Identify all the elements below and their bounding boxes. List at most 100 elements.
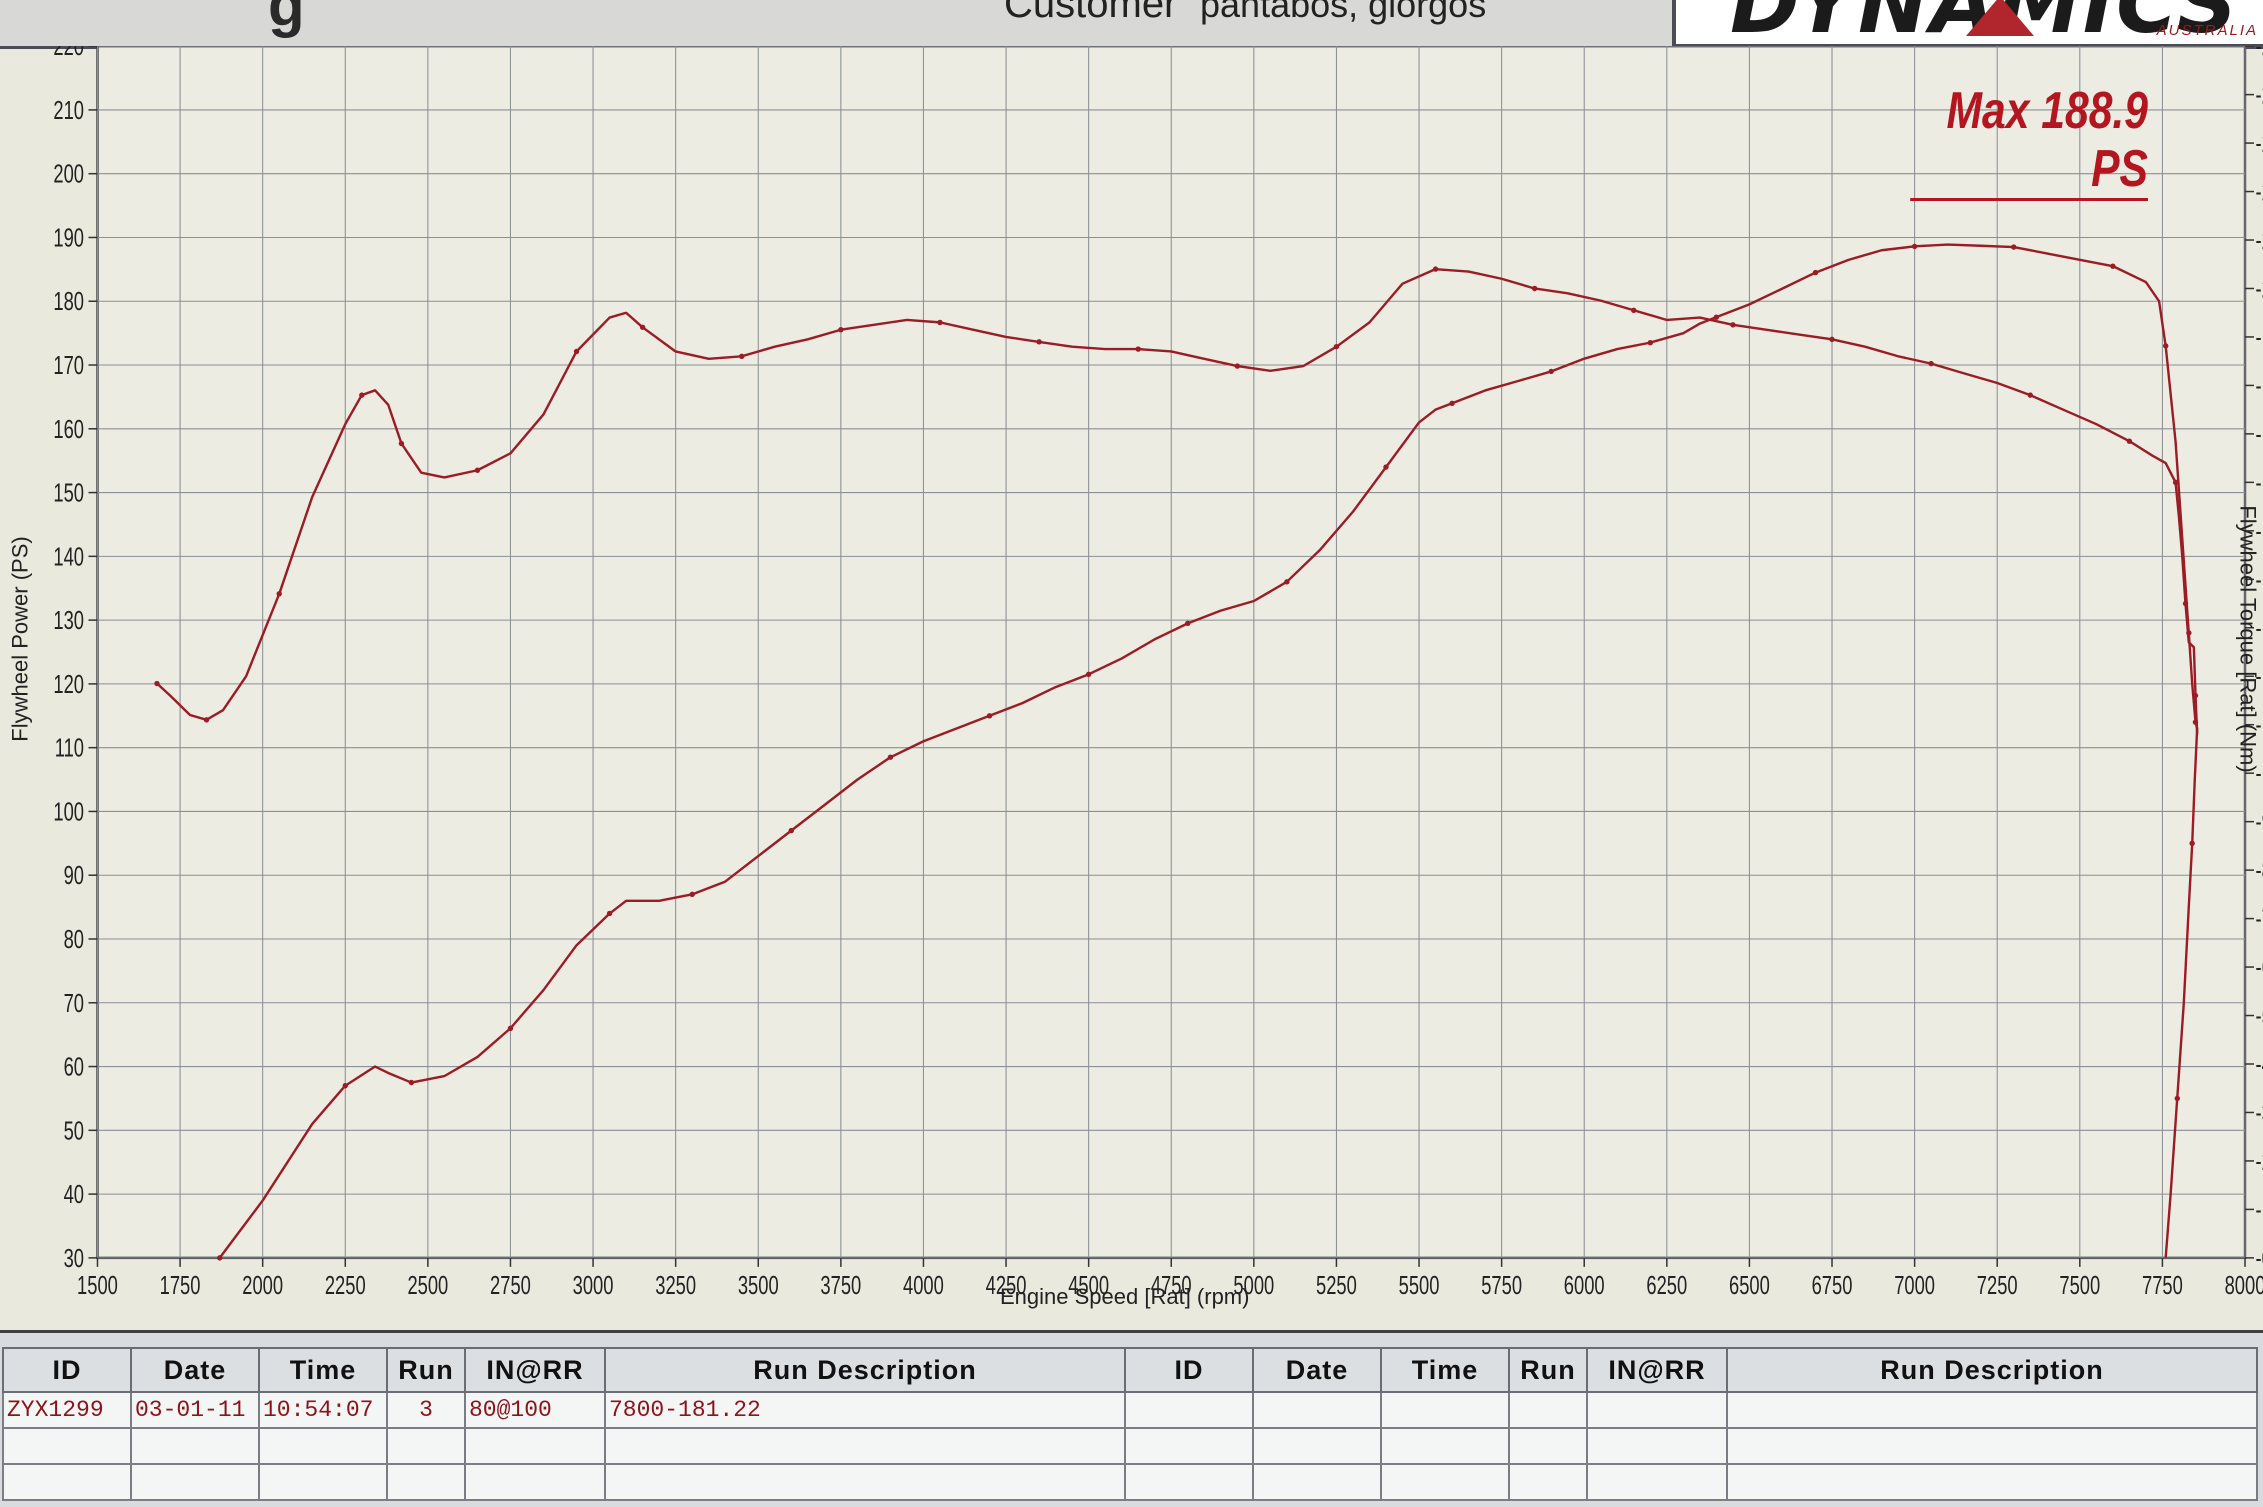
x-tick-label: 3250 (655, 1271, 696, 1300)
logo-arrow-icon (1966, 0, 2034, 36)
torque-point (2182, 600, 2189, 607)
table-cell (464, 1463, 606, 1501)
col-run: Run (386, 1347, 466, 1393)
table-cell (1508, 1427, 1588, 1465)
torque-point (359, 392, 365, 398)
right-y-tick-label: -20 (2256, 1147, 2263, 1176)
col-in-rr-2: IN@RR (1586, 1347, 1728, 1393)
x-tick-label: 6750 (1812, 1271, 1853, 1300)
right-y-tick-label: -90 (2256, 808, 2263, 837)
table-cell (1726, 1391, 2258, 1429)
x-tick-label: 2000 (242, 1271, 283, 1300)
x-tick-label: 7250 (1977, 1271, 2018, 1300)
table-cell (2, 1463, 132, 1501)
torque-point (1531, 285, 1538, 292)
right-y-tick-label: -230 (2256, 129, 2263, 158)
table-cell (258, 1427, 388, 1465)
torque-point (573, 348, 580, 355)
torque-point (2027, 392, 2033, 398)
table-cell (464, 1427, 606, 1465)
right-y-tick-label: -50 (2256, 1002, 2263, 1031)
right-y-tick-label: -240 (2256, 81, 2263, 110)
power-point (788, 827, 794, 834)
left-y-tick-label: 30 (64, 1244, 84, 1273)
torque-point (2172, 479, 2179, 486)
grid (96, 46, 2247, 1260)
logo-subtitle: AUSTRALIA (2156, 22, 2258, 39)
right-y-axis-title: Flywheel Torque [Rat] (Nm) (2235, 505, 2261, 773)
power-point (2163, 343, 2169, 349)
left-y-tick-label: 60 (64, 1053, 84, 1082)
x-tick-label: 3500 (738, 1271, 779, 1300)
left-y-tick-label: 80 (64, 925, 84, 954)
table-cell (1252, 1463, 1382, 1501)
table-cell (1124, 1427, 1254, 1465)
torque-point (1928, 360, 1934, 367)
x-tick-label: 2750 (490, 1271, 531, 1300)
table-cell (1508, 1391, 1588, 1429)
left-y-tick-label: 210 (53, 96, 84, 125)
torque-point (739, 353, 745, 360)
table-cell (1380, 1391, 1510, 1429)
left-y-tick-label: 180 (53, 287, 84, 316)
x-tick-label: 1750 (160, 1271, 201, 1300)
torque-point (838, 326, 844, 333)
table-cell (1726, 1427, 2258, 1465)
power-point (887, 754, 894, 760)
x-tick-label: 8000 (2225, 1271, 2263, 1300)
x-tick-label: 5250 (1316, 1271, 1357, 1300)
table-cell (604, 1463, 1126, 1501)
torque-point (398, 440, 405, 447)
table-row (2, 1427, 2258, 1465)
left-y-tick-label: 90 (64, 861, 84, 890)
power-point (606, 910, 613, 917)
torque-point (1730, 322, 1736, 328)
x-axis-title: Engine Speed [Rat] (rpm) (1000, 1284, 1250, 1309)
table-cell (386, 1427, 466, 1465)
table-cell (2, 1427, 132, 1465)
table-cell (1586, 1463, 1728, 1501)
table-cell (1124, 1391, 1254, 1429)
table-cell: 7800-181.22 (604, 1391, 1126, 1429)
table-cell (1726, 1463, 2258, 1501)
left-y-tick-label: 160 (53, 415, 84, 444)
power-point (1449, 400, 1455, 406)
run-table: ID Date Time Run IN@RR Run Description I… (2, 1347, 2258, 1501)
left-y-tick-label: 100 (53, 797, 84, 826)
x-tick-label: 7500 (2059, 1271, 2100, 1300)
table-cell: ZYX1299 (2, 1391, 132, 1429)
report-header: g Customer pantabos, giorgos DYNAMICS AU… (0, 0, 2263, 49)
power-point (2110, 263, 2116, 269)
power-point (507, 1025, 514, 1031)
torque-point (1333, 343, 1340, 350)
table-cell: 03-01-11 (130, 1391, 260, 1429)
left-y-tick-label: 40 (64, 1180, 84, 1209)
x-tick-label: 2250 (325, 1271, 366, 1300)
table-row: ZYX1299 03-01-11 10:54:07 3 80@100 7800-181.2… (2, 1391, 2258, 1429)
right-y-tick-label: -170 (2256, 420, 2263, 449)
right-y-tick-label: -0 (2256, 1244, 2263, 1273)
right-y-tick-label: -160 (2256, 468, 2263, 497)
x-tick-label: 2500 (407, 1271, 448, 1300)
x-tick-label: 3000 (573, 1271, 614, 1300)
left-y-tick-label: 110 (55, 734, 84, 763)
right-y-tick-label: -40 (2256, 1050, 2263, 1079)
left-y-tick-label: 130 (53, 606, 84, 635)
power-point (689, 891, 695, 898)
right-y-tick-label: -80 (2256, 856, 2263, 885)
torque-point (1631, 307, 1637, 313)
torque-point (1234, 363, 1241, 369)
table-cell (130, 1427, 260, 1465)
right-y-tick-label: -190 (2256, 323, 2263, 352)
x-tick-label: 6500 (1729, 1271, 1770, 1300)
table-cell: 10:54:07 (258, 1391, 388, 1429)
col-date: Date (130, 1347, 260, 1393)
torque-point (2192, 692, 2199, 699)
x-tick-label: 3750 (820, 1271, 861, 1300)
power-point (1713, 314, 1720, 320)
x-tick-label: 4000 (903, 1271, 944, 1300)
header-cut-off-mark: g (268, 0, 305, 38)
table-cell (1586, 1391, 1728, 1429)
torque-point (1135, 346, 1141, 352)
right-y-tick-label: -60 (2256, 953, 2263, 982)
